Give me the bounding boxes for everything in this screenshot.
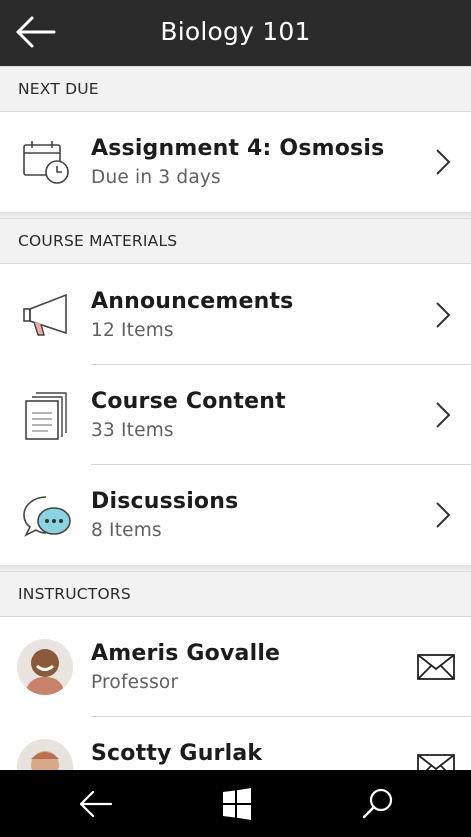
chevron-right-icon — [436, 149, 451, 175]
search-icon[interactable] — [357, 786, 397, 822]
assignment-title: Assignment 4: Osmosis — [91, 136, 385, 161]
page-title: Biology 101 — [160, 17, 311, 46]
app-header: Biology 101 — [0, 0, 471, 66]
section-label: COURSE MATERIALS — [18, 232, 178, 250]
next-due-assignment-row[interactable]: Assignment 4: Osmosis Due in 3 days — [0, 112, 471, 212]
instructor-name: Ameris Govalle — [91, 641, 281, 666]
section-header-course-materials: COURSE MATERIALS — [0, 218, 471, 264]
megaphone-icon — [23, 293, 67, 336]
avatar — [17, 639, 73, 695]
item-title: Discussions — [91, 489, 239, 514]
item-count: 12 Items — [91, 320, 174, 341]
materials-course-content-row[interactable]: Course Content 33 Items — [0, 365, 471, 465]
materials-announcements-row[interactable]: Announcements 12 Items — [0, 265, 471, 365]
materials-discussions-row[interactable]: Discussions 8 Items — [0, 465, 471, 565]
instructor-name: Scotty Gurlak — [91, 741, 263, 766]
section-header-next-due: NEXT DUE — [0, 66, 471, 112]
section-header-instructors: INSTRUCTORS — [0, 571, 471, 617]
instructor-role: Professor — [91, 672, 179, 693]
windows-logo-icon[interactable] — [217, 786, 257, 822]
assignment-due: Due in 3 days — [91, 167, 221, 188]
section-label: NEXT DUE — [18, 80, 99, 98]
document-stack-icon — [25, 392, 67, 440]
nav-back-arrow-icon[interactable] — [75, 786, 115, 822]
chevron-right-icon — [436, 402, 451, 428]
item-count: 33 Items — [91, 420, 174, 441]
item-title: Course Content — [91, 389, 286, 414]
chevron-right-icon — [436, 302, 451, 328]
item-title: Announcements — [91, 289, 294, 314]
chevron-right-icon — [436, 502, 451, 528]
section-label: INSTRUCTORS — [18, 585, 131, 603]
envelope-icon[interactable] — [417, 653, 455, 681]
instructor-row[interactable]: Ameris Govalle Professor — [0, 617, 471, 717]
item-count: 8 Items — [91, 520, 162, 541]
system-nav-bar — [0, 770, 471, 837]
calendar-clock-icon — [23, 141, 69, 184]
discussion-bubbles-icon — [23, 496, 71, 537]
